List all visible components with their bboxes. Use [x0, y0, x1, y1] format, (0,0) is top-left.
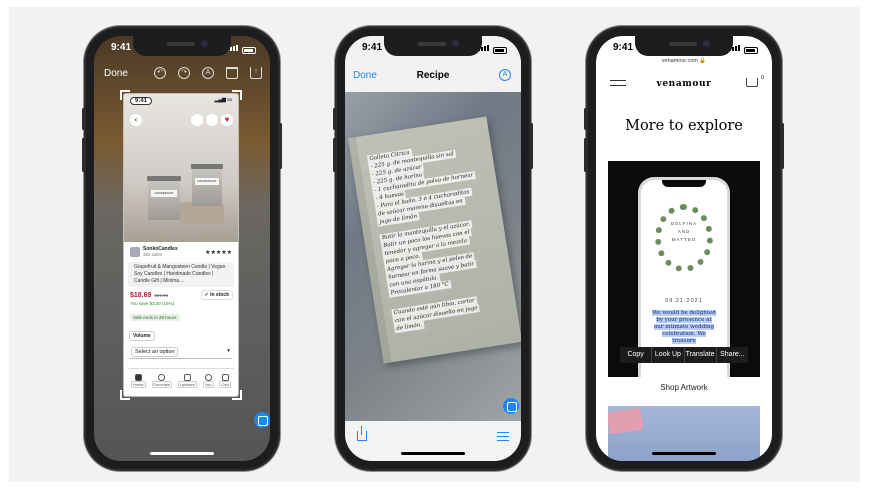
iphone-safari: 9:41 venamour.com 🔒 venamour 0 More to e…: [584, 28, 784, 469]
shop-sales: 382 sales: [143, 252, 163, 257]
status-icons: [227, 43, 256, 54]
handwritten-finish[interactable]: Cuando esté aún tibio, cortar con el azú…: [391, 296, 481, 334]
share-menu-item[interactable]: Share...: [717, 347, 748, 363]
list-icon[interactable]: [497, 432, 509, 443]
handwritten-steps[interactable]: Batir la mantequilla y el azúcar. Batir …: [379, 220, 481, 298]
chevron-down-icon: ▾: [227, 348, 230, 354]
candle-small: GRAPEFRUIT: [191, 164, 223, 206]
markup-icon[interactable]: A: [499, 69, 511, 81]
text-context-menu: Copy Look Up Translate Share...: [620, 347, 748, 363]
heart-icon: [158, 374, 166, 381]
url-bar[interactable]: venamour.com 🔒: [596, 58, 772, 64]
site-header: venamour 0: [596, 75, 772, 96]
markup-icon[interactable]: A: [202, 67, 214, 79]
tab-cart[interactable]: Cart: [220, 374, 230, 387]
translate-menu-item[interactable]: Translate: [685, 347, 717, 363]
savings-text: You save $3.30 (15%): [130, 301, 175, 306]
bell-icon: [183, 374, 191, 381]
heart-icon[interactable]: ♥: [221, 114, 233, 126]
share-icon[interactable]: [206, 114, 218, 126]
cart-icon: [221, 374, 229, 381]
cart-count: 0: [761, 75, 764, 81]
copy-menu-item[interactable]: Copy: [620, 347, 653, 363]
back-icon[interactable]: ‹: [130, 114, 142, 126]
cart-icon[interactable]: [746, 78, 758, 87]
tab-favorites[interactable]: Favorites: [152, 374, 171, 387]
share-icon[interactable]: [357, 426, 367, 441]
status-time: 9:41: [362, 42, 383, 53]
rating-stars: ★★★★★: [205, 249, 232, 256]
person-icon: [204, 374, 212, 381]
share-icon[interactable]: ↑: [250, 67, 262, 79]
artwork-image[interactable]: DELFINA AND MATTEO 09.21.2021 We would b…: [608, 161, 760, 377]
selected-text[interactable]: We would be delighted by your presence a…: [651, 310, 717, 345]
trash-icon[interactable]: [226, 67, 238, 79]
event-date: 09.21.2021: [665, 298, 703, 304]
undo-icon[interactable]: ↶: [154, 67, 166, 79]
iphone-markup: 9:41 Done ↶ ↷ A ↑ 9:41 ▂▄▆ ▭ ‹ ♥ GRAPEFR…: [82, 28, 282, 469]
tab-updates[interactable]: Updates: [178, 374, 196, 387]
shop-row[interactable]: SonkoCandles 382 sales ★★★★★: [124, 242, 238, 260]
tab-bar: Home Favorites Updates You Cart: [128, 368, 234, 392]
bottom-toolbar: [345, 421, 521, 461]
look-up-menu-item[interactable]: Look Up: [652, 347, 685, 363]
live-text-button[interactable]: [503, 398, 519, 414]
status-time: 9:41: [613, 42, 634, 53]
tab-home[interactable]: Home: [131, 374, 145, 387]
carousel-dots: • • • • •: [163, 234, 199, 240]
safari-screen: 9:41 venamour.com 🔒 venamour 0 More to e…: [596, 36, 772, 461]
live-text-button[interactable]: [254, 412, 270, 428]
recipe-photo: Galleta Cítrica - 225 g. de mantequilla …: [345, 92, 521, 421]
notebook: Galleta Cítrica - 225 g. de mantequilla …: [348, 116, 521, 364]
iphone-recipe: 9:41 Done Recipe A Galleta Cítrica - 225…: [333, 28, 533, 469]
home-indicator: [652, 452, 716, 455]
tab-you[interactable]: You: [203, 374, 213, 387]
battery-icon: [744, 47, 758, 54]
done-button[interactable]: Done: [104, 68, 128, 79]
option-select[interactable]: Select an option ▾: [130, 346, 232, 359]
markup-toolbar: Done ↶ ↷ A ↑: [94, 64, 270, 82]
screenshot-preview[interactable]: 9:41 ▂▄▆ ▭ ‹ ♥ GRAPEFRUIT GRAPEFRUIT • • …: [124, 94, 238, 396]
home-indicator: [401, 452, 465, 455]
home-indicator: [150, 452, 214, 455]
message-icon[interactable]: [191, 114, 203, 126]
handwritten-ingredients[interactable]: Galleta Cítrica - 225 g. de mantequilla …: [366, 139, 481, 227]
volume-label: Volume: [130, 332, 154, 340]
original-price: $21.99: [154, 292, 169, 298]
redo-icon[interactable]: ↷: [178, 67, 190, 79]
shop-avatar: [130, 247, 140, 257]
section-heading: More to explore: [625, 118, 743, 134]
couple-names: DELFINA AND MATTEO: [670, 221, 697, 242]
status-time: 9:41: [111, 42, 132, 53]
product-photo: 9:41 ▂▄▆ ▭ ‹ ♥ GRAPEFRUIT GRAPEFRUIT • • …: [124, 94, 238, 242]
sale-ends-badge: Sale ends in 28 hours: [130, 314, 180, 321]
markup-screen: 9:41 Done ↶ ↷ A ↑ 9:41 ▂▄▆ ▭ ‹ ♥ GRAPEFR…: [94, 36, 270, 461]
home-icon: [134, 374, 142, 381]
candle-large: GRAPEFRUIT: [147, 176, 181, 220]
recipe-screen: 9:41 Done Recipe A Galleta Cítrica - 225…: [345, 36, 521, 461]
shop-artwork-link[interactable]: Shop Artwork: [596, 383, 772, 392]
in-stock-badge: ✓ In stock: [201, 291, 232, 299]
price: $18.69: [130, 291, 152, 299]
page-title: Recipe: [416, 70, 450, 81]
product-title: Grapefruit & Mangosteen Candle | Vegan S…: [128, 262, 234, 287]
battery-icon: [493, 47, 507, 54]
battery-icon: [242, 47, 256, 54]
mini-status-time: 9:41: [130, 97, 153, 105]
